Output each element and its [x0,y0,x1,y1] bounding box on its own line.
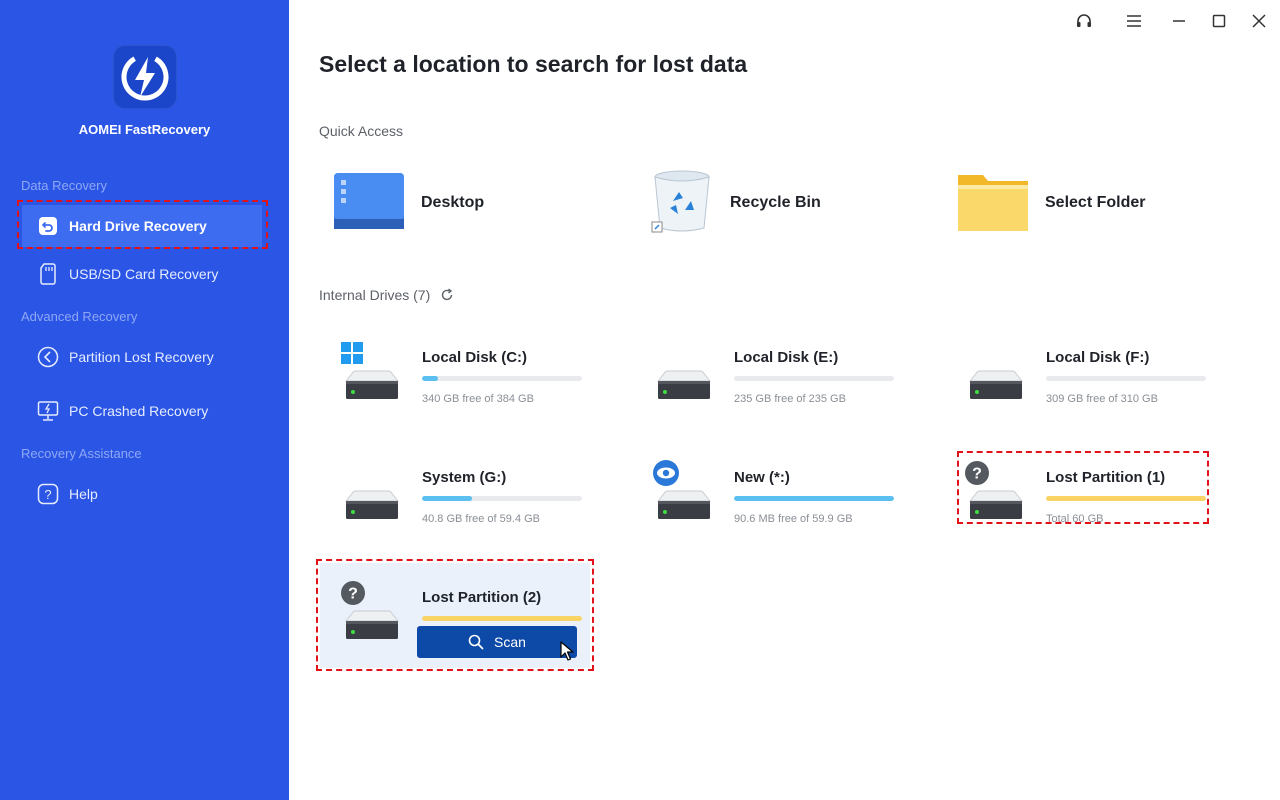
sidebar-item-hard-drive-recovery[interactable]: Hard Drive Recovery [22,205,262,247]
quick-access-heading: Quick Access [319,123,403,139]
scan-button[interactable]: Scan [417,626,577,658]
drive-name: Lost Partition (1) [1046,469,1166,486]
monitor-crash-icon [37,400,59,422]
drive-space-info: 340 GB free of 384 GB [422,393,534,405]
drive-local-disk-f[interactable]: Local Disk (F:) 309 GB free of 310 GB [944,335,1214,415]
sidebar-item-usb-sd-card-recovery[interactable]: USB/SD Card Recovery [22,253,262,295]
sidebar: AOMEI FastRecovery Data Recovery Hard Dr… [0,0,289,800]
quick-access-label: Quick Access [319,123,404,139]
drive-name: System (G:) [422,469,507,486]
quick-access-label: Desktop [421,194,485,211]
desktop-icon [333,170,405,237]
drive-usage-fill [1046,496,1206,501]
drive-space-info: 309 GB free of 310 GB [1046,393,1158,405]
drive-lost-partition-1[interactable]: ? Lost Partition (1) Total 60 GB [944,455,1214,535]
drive-space-info: 40.8 GB free of 59.4 GB [422,513,541,525]
drive-usage-bar [734,376,894,381]
section-label-advanced-recovery: Advanced Recovery [21,309,138,324]
drive-name: Local Disk (F:) [1046,349,1150,366]
drive-name: Local Disk (C:) [422,349,528,366]
drive-local-disk-e[interactable]: Local Disk (E:) 235 GB free of 235 GB [632,335,902,415]
app-name: AOMEI FastRecovery [78,122,211,137]
recycle-bin-icon [650,168,714,239]
hard-drive-icon [342,475,402,527]
drive-space-info: Total 60 GB [1046,513,1104,525]
undo-square-icon [37,215,59,237]
folder-icon [957,169,1029,238]
sidebar-item-label: Help [69,486,98,502]
search-icon [468,634,484,650]
hard-drive-icon: ? [965,461,1026,527]
sidebar-item-label: Hard Drive Recovery [69,218,207,234]
internal-drives-heading: Internal Drives (7) [319,287,454,303]
sidebar-item-help[interactable]: ? Help [22,473,262,515]
hard-drive-icon: ? [341,581,402,647]
svg-text:?: ? [972,466,982,483]
minimize-icon[interactable] [1165,8,1193,34]
drive-new[interactable]: New (*:) 90.6 MB free of 59.9 GB [632,455,902,535]
maximize-icon[interactable] [1205,8,1233,34]
drive-usage-fill [422,616,582,621]
menu-icon[interactable] [1120,8,1148,34]
sd-card-icon [37,263,59,285]
hard-drive-icon [966,355,1026,407]
drive-system-g[interactable]: System (G:) 40.8 GB free of 59.4 GB [320,455,590,535]
drive-name: Lost Partition (2) [422,589,542,606]
drive-usage-bar [422,376,582,381]
svg-text:?: ? [44,487,51,502]
partition-back-icon [37,346,59,368]
drive-usage-bar [1046,376,1206,381]
drive-name: New (*:) [734,469,790,486]
app-logo [113,45,177,109]
refresh-icon[interactable] [440,288,454,302]
sidebar-item-label: USB/SD Card Recovery [69,266,219,282]
mouse-cursor-icon [560,641,574,666]
drive-space-info: 235 GB free of 235 GB [734,393,846,405]
drive-usage-bar [422,496,582,501]
sidebar-item-pc-crashed-recovery[interactable]: PC Crashed Recovery [22,390,262,432]
internal-drives-label: Internal Drives (7) [319,287,431,303]
hard-drive-icon [341,342,402,407]
quick-access-desktop[interactable]: Desktop [333,168,484,238]
drive-local-disk-c[interactable]: Local Disk (C:) 340 GB free of 384 GB [320,335,590,415]
drive-usage-fill [422,496,472,501]
sidebar-item-partition-lost-recovery[interactable]: Partition Lost Recovery [22,336,262,378]
quick-access-select-folder[interactable]: Select Folder [957,168,1145,238]
quick-access-label: Recycle Bin [730,194,821,211]
hard-drive-icon [653,460,714,527]
drive-usage-bar [734,496,894,501]
close-icon[interactable] [1245,8,1273,34]
sidebar-item-label: Partition Lost Recovery [69,349,214,365]
drive-usage-bar [422,616,582,621]
help-icon: ? [37,483,59,505]
scan-button-label: Scan [494,634,526,650]
sidebar-item-label: PC Crashed Recovery [69,403,209,419]
svg-text:?: ? [348,586,358,603]
page-title: Select a location to search for lost dat… [319,51,748,77]
drive-name: Local Disk (E:) [734,349,839,366]
quick-access-recycle-bin[interactable]: Recycle Bin [650,168,821,238]
headset-icon[interactable] [1070,8,1098,34]
drive-usage-fill [734,496,894,501]
quick-access-label: Select Folder [1045,194,1146,211]
drive-usage-fill [422,376,438,381]
drive-usage-bar [1046,496,1206,501]
hard-drive-icon [654,355,714,407]
section-label-recovery-assistance: Recovery Assistance [21,446,142,461]
drive-space-info: 90.6 MB free of 59.9 GB [734,513,853,525]
section-label-data-recovery: Data Recovery [21,178,107,193]
